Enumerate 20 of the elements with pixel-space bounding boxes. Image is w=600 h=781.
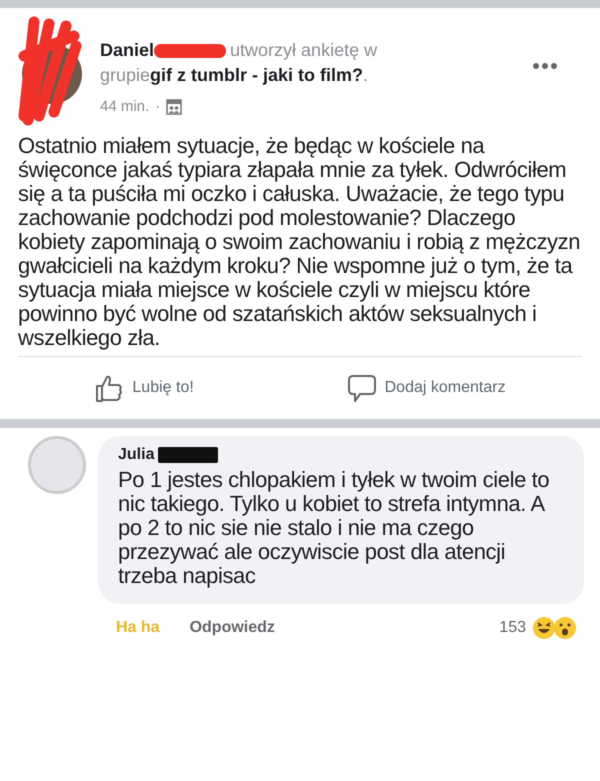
comment-button[interactable]: Dodaj komentarz [338,369,514,407]
author-name[interactable]: Daniel [100,40,154,60]
reaction-emoji-icon [532,616,578,640]
more-options-icon[interactable] [532,62,558,70]
reaction-count: 153 [499,619,526,637]
commenter-name[interactable]: Julia [118,446,154,464]
comment-text: Po 1 jestes chlopakiem i tyłek w twoim ciele to nic takiego. Tylko u kobiet to strefa intymna. A po 2 to nic sie nie stalo i nie ma czego przezywać ale oczywiscie post dla atencji trzeba napisac [118,468,550,588]
group-link[interactable]: gif z tumblr - jaki to film? [150,65,364,85]
punctuation: . [363,65,368,85]
post-action-text: utworzył ankietę w [230,40,378,60]
post-text: Ostatnio miałem sytuacje, że będąc w kościele na święconce jakaś typiara złapała mnie za tyłek. Odwróciłem się a ta puściła mi oczko i całuska. Uważacie, że tego typu zachowanie podchodzi pod molestowanie? Dlaczego kobiety zapominają o swoim zachowaniu i robią z mężczyzn gwałcicieli na każdym kroku? Nie wspomne już o tym, że ta sytuacja miała miejsce w kościele czyli w miejscu które powinno być wolne od szatańskich aktów seksualnych i wszelkiego zła. [18,134,582,357]
redaction-bar [158,447,218,463]
post-action-text: grupie [100,65,150,85]
post-time[interactable]: 44 min. [100,94,150,119]
group-icon [166,98,182,114]
reply-link[interactable]: Odpowiedz [190,619,275,637]
like-button[interactable]: Lubię to! [86,369,202,407]
separator-dot: · [155,97,160,117]
speech-bubble-icon [346,373,377,403]
thumbs-up-icon [94,373,124,403]
